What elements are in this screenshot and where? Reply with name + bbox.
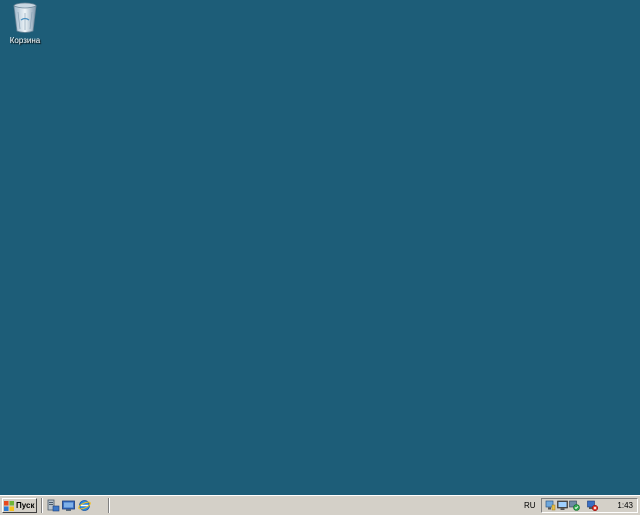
taskbar: Пуск RU 1:43 bbox=[0, 495, 640, 515]
language-indicator[interactable]: RU bbox=[524, 499, 536, 512]
start-button-label: Пуск bbox=[16, 501, 35, 510]
desktop[interactable]: Корзина bbox=[0, 0, 640, 495]
show-desktop-icon[interactable] bbox=[62, 499, 75, 512]
desktop-icon-recycle-bin[interactable]: Корзина bbox=[4, 2, 46, 48]
desktop-icon-label: Корзина bbox=[9, 36, 41, 45]
security-shield-icon[interactable] bbox=[569, 500, 580, 511]
network-alert-icon[interactable] bbox=[587, 500, 598, 511]
taskbar-separator bbox=[41, 498, 43, 513]
windows-logo-icon bbox=[4, 500, 14, 511]
internet-explorer-icon[interactable] bbox=[78, 499, 91, 512]
taskbar-separator bbox=[108, 498, 110, 513]
recycle-bin-icon bbox=[13, 2, 37, 33]
system-tray: 1:43 bbox=[541, 498, 638, 513]
monitor-icon[interactable] bbox=[557, 500, 568, 511]
network-icon[interactable] bbox=[545, 500, 556, 511]
server-manager-icon[interactable] bbox=[47, 499, 60, 512]
start-button[interactable]: Пуск bbox=[2, 498, 37, 513]
clock[interactable]: 1:43 bbox=[617, 499, 633, 512]
